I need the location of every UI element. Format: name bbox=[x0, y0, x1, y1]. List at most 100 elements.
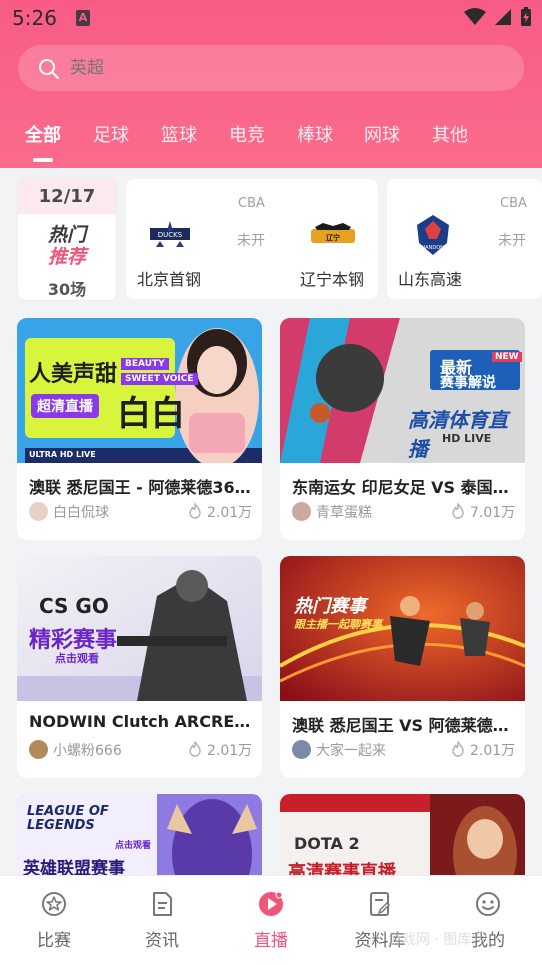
league-label: CBA bbox=[500, 196, 527, 211]
stream-thumbnail: DOTA 2 高清赛事直播 bbox=[280, 794, 525, 884]
tab-esports[interactable]: 电竞 bbox=[229, 121, 265, 147]
svg-text:DUCKS: DUCKS bbox=[158, 231, 183, 239]
match-status: 未开 bbox=[237, 233, 265, 249]
tabbar-item-news[interactable]: 资讯 bbox=[108, 876, 216, 965]
flame-icon bbox=[189, 741, 201, 757]
heat-count: 2.01万 bbox=[470, 743, 516, 759]
thumb-footer: ULTRA HD LIVE bbox=[29, 450, 96, 459]
team-logo-icon: 辽宁 bbox=[311, 223, 355, 243]
avatar bbox=[29, 740, 48, 759]
tab-tennis[interactable]: 网球 bbox=[364, 121, 400, 147]
smiley-icon bbox=[476, 892, 500, 916]
search-input[interactable] bbox=[70, 45, 490, 91]
flame-icon bbox=[452, 503, 464, 519]
thumb-main: 热门赛事 bbox=[294, 596, 366, 617]
tabbar-label: 直播 bbox=[254, 931, 288, 951]
stream-thumbnail: 最新 赛事解说 NEW 高清体育直播 HD LIVE bbox=[280, 318, 525, 463]
stream-card[interactable]: LEAGUE OF LEGENDS 英雄联盟赛事 点击观看 bbox=[17, 794, 262, 884]
tabbar-item-live[interactable]: 直播 bbox=[217, 876, 325, 965]
tabbar-item-me[interactable]: 我的 bbox=[434, 876, 542, 965]
hot-recommend-card[interactable]: 12/17 热门 推荐 30场 bbox=[17, 177, 117, 301]
hot-count: 30场 bbox=[47, 280, 87, 299]
hot-title: 热门 推荐 bbox=[18, 224, 116, 268]
stream-thumbnail: 人美声甜 白白 超清直播 BEAUTY SWEET VOICE ULTRA HD… bbox=[17, 318, 262, 463]
team-logo-icon: DUCKS bbox=[150, 221, 190, 247]
thumb-subhead: 赛事解说 bbox=[440, 375, 496, 391]
watermark: 游戏网 · 图库网 bbox=[388, 932, 486, 948]
team-logo-icon: SHANDONG bbox=[417, 215, 449, 255]
bottom-tab-bar: 比赛 资讯 直播 资料库 我的 游戏网 · 图库网 bbox=[0, 875, 542, 965]
stream-card[interactable]: 最新 赛事解说 NEW 高清体育直播 HD LIVE 东南运女 印尼女足 VS … bbox=[280, 318, 525, 540]
heat-count: 7.01万 bbox=[470, 505, 516, 521]
search-bar[interactable] bbox=[18, 45, 524, 91]
thumb-headline: 人美声甜 bbox=[29, 362, 118, 387]
streamer-name: 大家一起来 bbox=[316, 743, 386, 759]
thumb-name: 白白 bbox=[117, 394, 185, 434]
thumb-sub: HD LIVE bbox=[442, 432, 492, 445]
svg-text:SHANDONG: SHANDONG bbox=[418, 245, 448, 251]
match-card[interactable]: CBA 未开 SHANDONG 山东高速 bbox=[387, 179, 542, 299]
stream-card[interactable]: CS GO 精彩赛事 点击观看 NODWIN Clutch ARCRED Vs … bbox=[17, 556, 262, 778]
tabbar-label: 资讯 bbox=[145, 931, 179, 951]
stream-card[interactable]: DOTA 2 高清赛事直播 bbox=[280, 794, 525, 884]
stream-title: NODWIN Clutch ARCRED Vs Unity bbox=[29, 712, 251, 731]
thumb-sweet: SWEET VOICE bbox=[121, 373, 198, 385]
document-icon bbox=[153, 892, 172, 916]
status-bar: 5:26 A bbox=[0, 0, 542, 34]
svg-text:辽宁: 辽宁 bbox=[326, 233, 340, 242]
streamer-name: 青草蛋糕 bbox=[316, 505, 372, 521]
tab-baseball[interactable]: 棒球 bbox=[297, 121, 333, 147]
flame-icon bbox=[452, 741, 464, 757]
heat-count: 2.01万 bbox=[207, 505, 253, 521]
battery-icon bbox=[521, 7, 531, 26]
tabbar-item-matches[interactable]: 比赛 bbox=[0, 876, 108, 965]
stream-thumbnail: 热门赛事 跟主播一起聊赛事 bbox=[280, 556, 525, 701]
hot-title-line1: 热门 bbox=[47, 224, 86, 246]
stream-thumbnail: CS GO 精彩赛事 点击观看 bbox=[17, 556, 262, 701]
streamer-name: 小螺粉666 bbox=[53, 743, 122, 759]
star-badge-icon bbox=[42, 892, 66, 916]
avatar bbox=[292, 740, 311, 759]
play-circle-icon bbox=[259, 891, 283, 916]
thumb-sub: 点击观看 bbox=[115, 841, 152, 851]
signal-icon bbox=[495, 9, 511, 25]
match-strip: 12/17 热门 推荐 30场 CBA 未开 DUCKS 辽宁 北京首钢 辽宁本… bbox=[17, 177, 542, 303]
match-card[interactable]: CBA 未开 DUCKS 辽宁 北京首钢 辽宁本钢 bbox=[126, 179, 378, 299]
away-team-name: 辽宁本钢 bbox=[300, 270, 365, 289]
tab-other[interactable]: 其他 bbox=[432, 121, 468, 147]
thumb-logo-line2: LEGENDS bbox=[27, 818, 95, 833]
tab-all[interactable]: 全部 bbox=[25, 121, 61, 147]
home-team-name: 北京首钢 bbox=[137, 270, 202, 289]
tabbar-item-database[interactable]: 资料库 bbox=[326, 876, 434, 965]
thumb-logo: CS GO bbox=[39, 594, 109, 618]
thumb-new-badge: NEW bbox=[492, 352, 522, 362]
streamer-name: 白白侃球 bbox=[53, 505, 109, 521]
tab-football[interactable]: 足球 bbox=[93, 121, 129, 147]
edit-document-icon bbox=[370, 892, 391, 916]
tab-basketball[interactable]: 篮球 bbox=[161, 121, 197, 147]
hot-date: 12/17 bbox=[18, 178, 116, 214]
stream-title: 东南运女 印尼女足 VS 泰国女足 bbox=[292, 478, 514, 497]
stream-card[interactable]: 人美声甜 白白 超清直播 BEAUTY SWEET VOICE ULTRA HD… bbox=[17, 318, 262, 540]
avatar bbox=[29, 502, 48, 521]
stream-title: 澳联 悉尼国王 VS 阿德莱德36人 bbox=[292, 716, 514, 735]
stream-thumbnail: LEAGUE OF LEGENDS 英雄联盟赛事 点击观看 bbox=[17, 794, 262, 884]
thumb-tag: 超清直播 bbox=[31, 394, 99, 418]
system-icons bbox=[464, 7, 532, 27]
thumb-logo: DOTA 2 bbox=[294, 834, 360, 853]
flame-icon bbox=[189, 503, 201, 519]
search-icon bbox=[39, 59, 59, 79]
avatar bbox=[292, 502, 311, 521]
heat-count: 2.01万 bbox=[207, 743, 253, 759]
wifi-icon bbox=[464, 8, 486, 25]
stream-title: 澳联 悉尼国王 - 阿德莱德36ers bbox=[29, 478, 251, 497]
thumb-logo-line1: LEAGUE OF bbox=[27, 804, 109, 819]
thumb-sub: 跟主播一起聊赛事 bbox=[294, 618, 382, 631]
league-label: CBA bbox=[238, 196, 265, 211]
home-team-name: 山东高速 bbox=[398, 270, 463, 289]
tabbar-label: 比赛 bbox=[37, 931, 71, 951]
stream-card[interactable]: 热门赛事 跟主播一起聊赛事 澳联 悉尼国王 VS 阿德莱德36人 大家一起来 2… bbox=[280, 556, 525, 778]
thumb-sub: 点击观看 bbox=[55, 652, 99, 665]
app-notification-icon: A bbox=[76, 10, 90, 26]
category-tabs: 全部 足球 篮球 电竞 棒球 网球 其他 bbox=[0, 121, 542, 162]
